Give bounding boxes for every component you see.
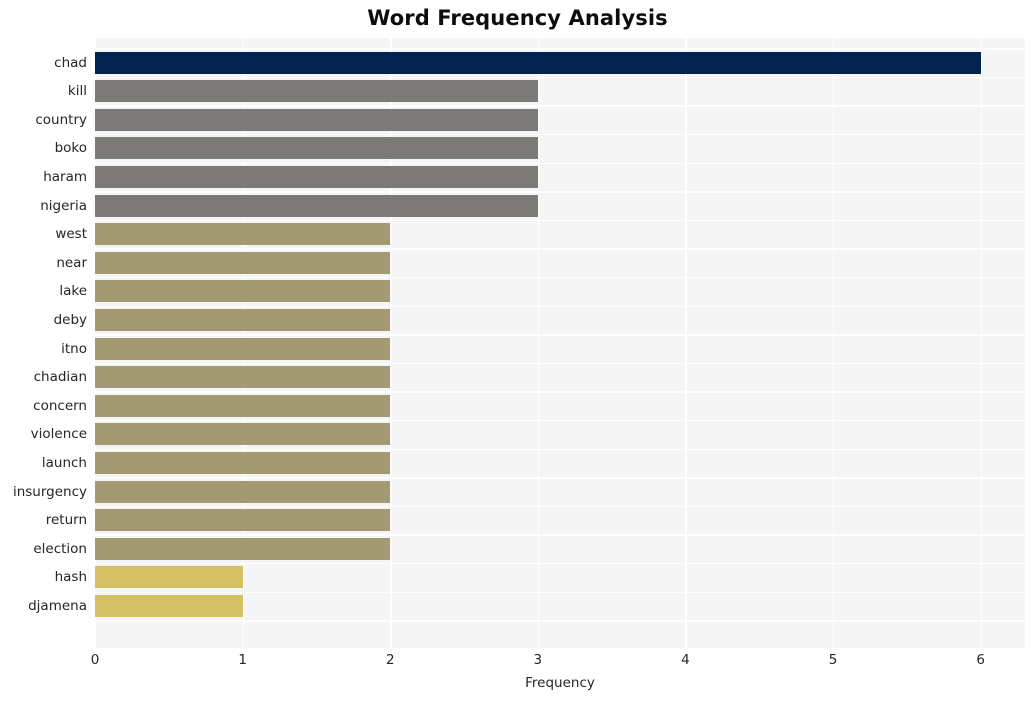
bar-kill (95, 80, 538, 103)
x-axis-title: Frequency (525, 675, 595, 691)
y-tick-label-lake: lake (59, 283, 87, 300)
y-tick-label-return: return (45, 512, 87, 529)
bar-hash (95, 566, 243, 589)
gridline-horizontal (95, 420, 1025, 422)
gridline-vertical (833, 38, 835, 648)
chart-title: Word Frequency Analysis (367, 6, 668, 30)
gridline-horizontal (95, 162, 1025, 165)
x-tick-label-1: 1 (238, 652, 247, 668)
y-tick-label-boko: boko (54, 140, 87, 157)
chart-figure: Word Frequency Analysis chad kill country b… (0, 0, 1035, 701)
gridline-horizontal (95, 248, 1025, 250)
y-tick-label-insurgency: insurgency (12, 483, 87, 500)
y-tick-label-concern: concern (33, 397, 87, 414)
x-axis-tick-labels: 0 1 2 3 4 5 6 (91, 652, 1025, 674)
x-tick-label-4: 4 (681, 652, 690, 668)
y-tick-label-violence: violence (30, 426, 87, 443)
bar-nigeria (95, 194, 538, 217)
gridline-horizontal (95, 277, 1025, 279)
gridline-vertical (980, 38, 983, 648)
plot-area (95, 38, 1025, 648)
y-tick-label-west: west (55, 226, 87, 243)
gridline-horizontal (95, 620, 1025, 622)
bar-djamena (95, 594, 243, 617)
y-tick-label-nigeria: nigeria (40, 197, 87, 214)
x-tick-label-5: 5 (828, 652, 838, 668)
y-tick-label-chad: chad (54, 54, 87, 71)
bar-west (95, 223, 391, 246)
y-tick-label-hash: hash (54, 569, 87, 586)
gridline-horizontal (95, 105, 1025, 107)
gridline-horizontal (95, 76, 1025, 79)
y-axis-tick-labels: chad kill country boko haram nigeria west near l… (0, 38, 87, 648)
bar-election (95, 537, 391, 560)
gridline-vertical (685, 38, 687, 648)
bar-country (95, 108, 538, 131)
gridline-vertical (537, 38, 540, 648)
bar-deby (95, 308, 391, 331)
gridline-horizontal (95, 305, 1025, 308)
bar-itno (95, 337, 391, 360)
bar-chad (95, 51, 981, 74)
y-tick-label-djamena: djamena (28, 597, 87, 614)
x-tick-label-3: 3 (533, 652, 543, 668)
bar-haram (95, 165, 538, 188)
bar-insurgency (95, 480, 391, 503)
gridline-horizontal (95, 134, 1025, 136)
gridline-horizontal (95, 334, 1025, 336)
gridline-horizontal (95, 534, 1025, 536)
gridline-horizontal (95, 48, 1025, 50)
gridline-horizontal (95, 591, 1025, 594)
y-tick-label-election: election (33, 540, 87, 557)
bar-chadian (95, 366, 391, 389)
y-tick-label-deby: deby (53, 311, 87, 328)
y-tick-label-near: near (56, 254, 87, 271)
gridline-horizontal (95, 505, 1025, 508)
bar-lake (95, 280, 391, 303)
bar-launch (95, 451, 391, 474)
gridline-horizontal (95, 448, 1025, 451)
bar-concern (95, 394, 391, 417)
y-tick-label-chadian: chadian (33, 369, 87, 386)
bar-boko (95, 137, 538, 160)
gridline-horizontal (95, 191, 1025, 193)
y-tick-label-kill: kill (67, 83, 87, 100)
bar-violence (95, 423, 391, 446)
gridline-horizontal (95, 391, 1025, 393)
x-tick-label-0: 0 (90, 652, 100, 668)
bar-return (95, 509, 391, 532)
y-tick-label-haram: haram (43, 168, 87, 185)
y-tick-label-itno: itno (61, 340, 87, 357)
bar-near (95, 251, 391, 274)
gridline-horizontal (95, 477, 1025, 479)
gridline-horizontal (95, 362, 1025, 365)
x-tick-label-2: 2 (385, 652, 395, 668)
gridline-horizontal (95, 219, 1025, 222)
y-tick-label-country: country (35, 111, 87, 128)
x-tick-label-6: 6 (976, 652, 985, 668)
y-tick-label-launch: launch (41, 454, 87, 471)
gridline-horizontal (95, 563, 1025, 565)
